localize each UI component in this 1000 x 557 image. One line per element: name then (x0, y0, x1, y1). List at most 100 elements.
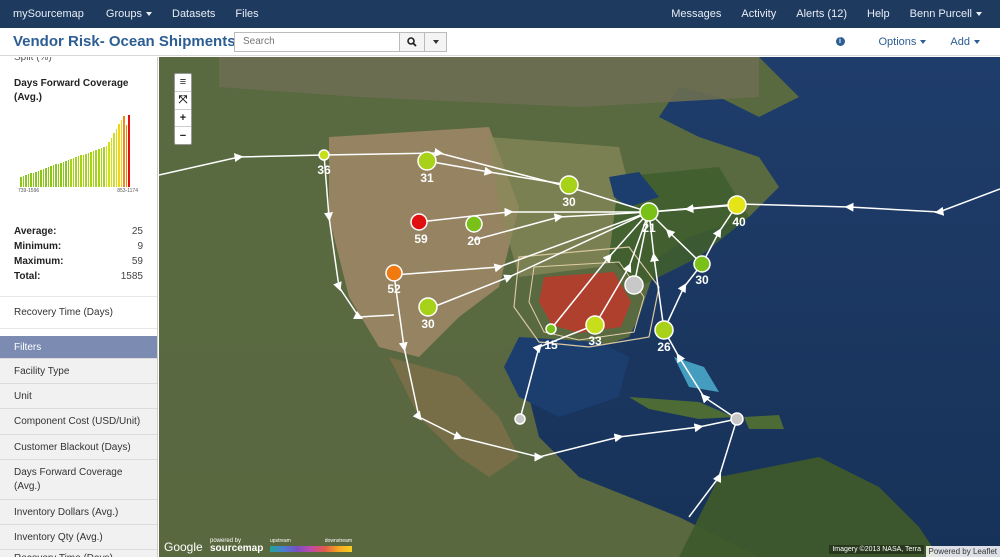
node-52[interactable] (385, 264, 403, 282)
histogram (16, 115, 136, 187)
page-title: Vendor Risk- Ocean Shipments (13, 33, 236, 50)
node-31[interactable] (417, 151, 437, 171)
histogram-bars (20, 115, 130, 187)
flow-legend: upstream downstream (270, 538, 352, 552)
node-gray-gulf[interactable] (624, 275, 644, 295)
histogram-bar (100, 148, 103, 187)
activity-link[interactable]: Activity (731, 8, 786, 20)
help-link[interactable]: Help (857, 8, 900, 20)
histogram-bar (118, 124, 120, 187)
top-nav: mySourcemap Groups Datasets Files Messag… (0, 0, 1000, 28)
histogram-bar (42, 168, 45, 187)
node-30-east[interactable] (693, 255, 711, 273)
node-gray-caribbean[interactable] (730, 412, 744, 426)
node-label: 52 (387, 282, 401, 296)
histogram-bar (128, 115, 130, 187)
fullscreen-icon[interactable]: ⤧ (175, 92, 191, 110)
leaflet-attribution[interactable]: Powered by Leaflet (925, 546, 1000, 557)
sourcemap-logo: powered by sourcemap (210, 537, 263, 554)
filter-recovery-time[interactable]: Recovery Time (Days) (0, 549, 157, 557)
histogram-bar (87, 152, 90, 187)
filter-days-forward-coverage[interactable]: Days Forward Coverage (Avg.) (0, 459, 157, 499)
histogram-bar (22, 176, 25, 187)
node-40[interactable] (727, 195, 747, 215)
histogram-bar (62, 161, 65, 187)
histogram-bar (105, 146, 108, 187)
histogram-min-label: 739-1596 (18, 188, 40, 194)
user-menu[interactable]: Benn Purcell (900, 8, 1000, 20)
datasets-link[interactable]: Datasets (162, 8, 225, 20)
filter-facility-type[interactable]: Facility Type (0, 358, 157, 383)
node-label: 33 (588, 334, 602, 348)
messages-link[interactable]: Messages (661, 8, 731, 20)
user-name: Benn Purcell (909, 8, 972, 20)
metric-item-recovery-time[interactable]: Recovery Time (Days) (0, 296, 157, 328)
sub-header: Vendor Risk- Ocean Shipments i Options A… (0, 28, 1000, 56)
stat-average: Average: 25 (14, 224, 143, 239)
filter-inventory-dollars[interactable]: Inventory Dollars (Avg.) (0, 499, 157, 524)
info-icon[interactable]: i (835, 37, 845, 46)
node-26[interactable] (654, 320, 674, 340)
histogram-bar (57, 163, 60, 187)
stat-label: Total: (14, 271, 41, 282)
histogram-bar (50, 166, 52, 187)
chevron-down-icon (432, 39, 439, 44)
node-36[interactable] (318, 149, 330, 161)
histogram-bar (97, 149, 100, 187)
node-33[interactable] (585, 315, 605, 335)
node-15[interactable] (545, 323, 557, 335)
zoom-out-button[interactable]: − (175, 127, 191, 144)
node-label: 21 (642, 221, 656, 235)
histogram-bar (75, 157, 77, 187)
metric-item-cutoff[interactable] (0, 328, 157, 336)
histogram-bar (115, 128, 118, 187)
filter-customer-blackout[interactable]: Customer Blackout (Days) (0, 434, 157, 459)
histogram-bar (85, 153, 87, 187)
histogram-bar (77, 156, 80, 187)
stat-label: Average: (14, 226, 57, 237)
stat-label: Maximum: (14, 256, 64, 267)
groups-menu[interactable]: Groups (96, 8, 162, 20)
search-dropdown-button[interactable] (425, 31, 447, 52)
node-30-north[interactable] (559, 175, 579, 195)
node-59[interactable] (410, 213, 428, 231)
split-item-cutoff[interactable]: Split (%) (0, 57, 157, 67)
histogram-bar (90, 151, 92, 187)
histogram-bar (20, 177, 22, 187)
options-menu[interactable]: Options (867, 36, 939, 48)
filter-unit[interactable]: Unit (0, 383, 157, 408)
files-link[interactable]: Files (225, 8, 268, 20)
supply-chain-map[interactable]: 36 31 30 59 20 21 40 52 30 30 15 33 26 ≡… (159, 57, 1000, 557)
histogram-bar (55, 164, 57, 187)
node-label: 59 (414, 232, 428, 246)
node-label: 30 (562, 195, 576, 209)
node-30-west[interactable] (418, 297, 438, 317)
histogram-labels: 739-1596 853-1174 (18, 188, 138, 194)
histogram-bar (125, 125, 128, 187)
node-label: 30 (695, 273, 709, 287)
chevron-down-icon (976, 12, 982, 16)
alerts-link[interactable]: Alerts (12) (786, 8, 857, 20)
node-label: 15 (544, 338, 558, 352)
chevron-down-icon (974, 39, 980, 44)
add-menu[interactable]: Add (938, 36, 1000, 48)
node-21[interactable] (639, 202, 659, 222)
filter-component-cost[interactable]: Component Cost (USD/Unit) (0, 408, 157, 434)
search-button[interactable] (399, 31, 425, 52)
node-20[interactable] (465, 215, 483, 233)
filter-inventory-qty[interactable]: Inventory Qty (Avg.) (0, 524, 157, 549)
node-label: 30 (421, 317, 435, 331)
stat-total: Total: 1585 (14, 269, 143, 284)
histogram-bar (35, 171, 37, 187)
stat-value: 25 (131, 226, 143, 237)
histogram-bar (45, 168, 47, 187)
stat-label: Minimum: (14, 241, 62, 252)
zoom-in-button[interactable]: + (175, 110, 191, 128)
search-input[interactable] (234, 31, 399, 52)
node-gray-mexico[interactable] (514, 413, 526, 425)
layers-icon[interactable]: ≡ (175, 74, 191, 92)
brand-link[interactable]: mySourcemap (0, 8, 96, 20)
filters-header[interactable]: Filters (0, 336, 157, 358)
map-canvas[interactable]: 36 31 30 59 20 21 40 52 30 30 15 33 26 (159, 57, 1000, 557)
histogram-bar (72, 158, 75, 187)
